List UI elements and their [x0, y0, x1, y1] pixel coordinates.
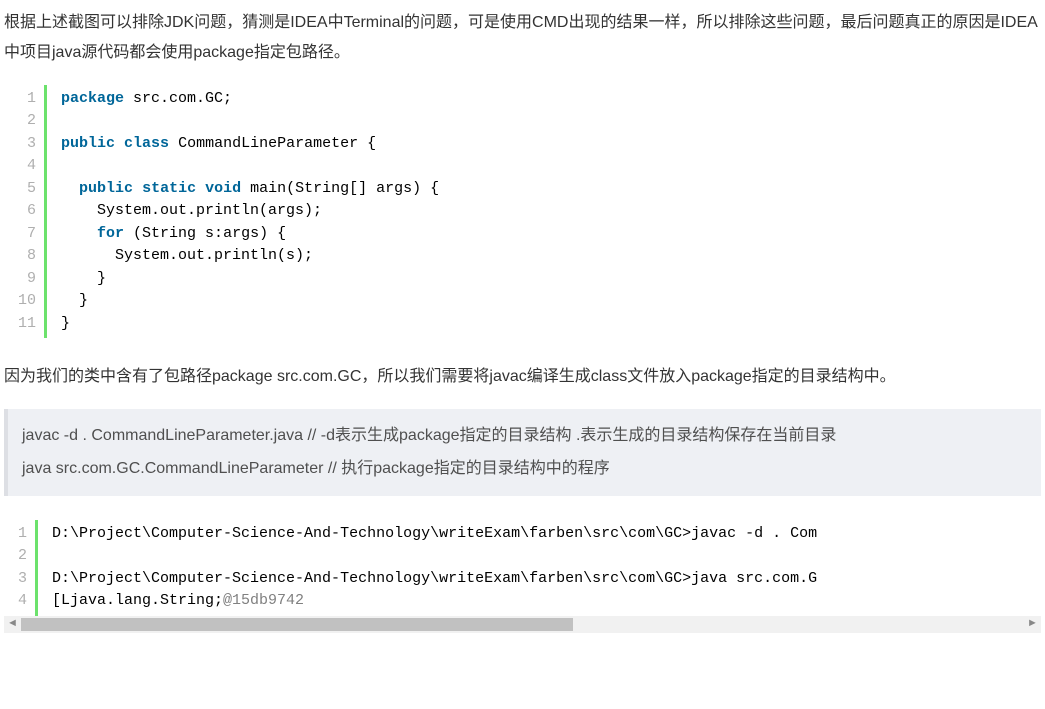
code-block-java: 1234567891011 package src.com.GC; public…	[4, 85, 1041, 339]
line-number: 9	[18, 268, 36, 291]
line-number: 5	[18, 178, 36, 201]
line-number: 4	[18, 155, 36, 178]
code-gutter: 1234567891011	[4, 85, 44, 339]
code-area[interactable]: D:\Project\Computer-Science-And-Technolo…	[35, 520, 1041, 616]
paragraph-intro: 根据上述截图可以排除JDK问题，猜测是IDEA中Terminal的问题，可是使用…	[4, 8, 1041, 69]
code-line: public static void main(String[] args) {	[61, 178, 1031, 201]
code-line	[52, 545, 1031, 568]
code-line: }	[61, 313, 1031, 336]
code-line	[61, 110, 1031, 133]
blockquote-line: java src.com.GC.CommandLineParameter // …	[22, 452, 1027, 486]
code-line: package src.com.GC;	[61, 88, 1031, 111]
code-area[interactable]: package src.com.GC; public class Command…	[44, 85, 1041, 339]
code-line: D:\Project\Computer-Science-And-Technolo…	[52, 568, 1031, 591]
code-line: }	[61, 290, 1031, 313]
line-number: 3	[18, 133, 36, 156]
scroll-right-icon[interactable]: ►	[1024, 616, 1041, 633]
line-number: 10	[18, 290, 36, 313]
code-line: public class CommandLineParameter {	[61, 133, 1031, 156]
line-number: 1	[18, 523, 27, 546]
line-number: 7	[18, 223, 36, 246]
line-number: 11	[18, 313, 36, 336]
code-line: [Ljava.lang.String;@15db9742	[52, 590, 1031, 613]
line-number: 1	[18, 88, 36, 111]
code-block-terminal: 1234 D:\Project\Computer-Science-And-Tec…	[4, 520, 1041, 616]
code-gutter: 1234	[4, 520, 35, 616]
line-number: 4	[18, 590, 27, 613]
code-line: System.out.println(args);	[61, 200, 1031, 223]
code-line: for (String s:args) {	[61, 223, 1031, 246]
horizontal-scrollbar[interactable]: ◄ ►	[4, 616, 1041, 633]
line-number: 2	[18, 545, 27, 568]
scrollbar-track[interactable]	[21, 616, 1024, 633]
line-number: 8	[18, 245, 36, 268]
scroll-left-icon[interactable]: ◄	[4, 616, 21, 633]
line-number: 2	[18, 110, 36, 133]
blockquote-line: javac -d . CommandLineParameter.java // …	[22, 419, 1027, 453]
code-line: }	[61, 268, 1031, 291]
blockquote-commands: javac -d . CommandLineParameter.java // …	[4, 409, 1041, 496]
line-number: 3	[18, 568, 27, 591]
code-line	[61, 155, 1031, 178]
paragraph-explain: 因为我们的类中含有了包路径package src.com.GC，所以我们需要将j…	[4, 362, 1041, 392]
line-number: 6	[18, 200, 36, 223]
code-line: D:\Project\Computer-Science-And-Technolo…	[52, 523, 1031, 546]
code-line: System.out.println(s);	[61, 245, 1031, 268]
scrollbar-thumb[interactable]	[21, 618, 573, 631]
